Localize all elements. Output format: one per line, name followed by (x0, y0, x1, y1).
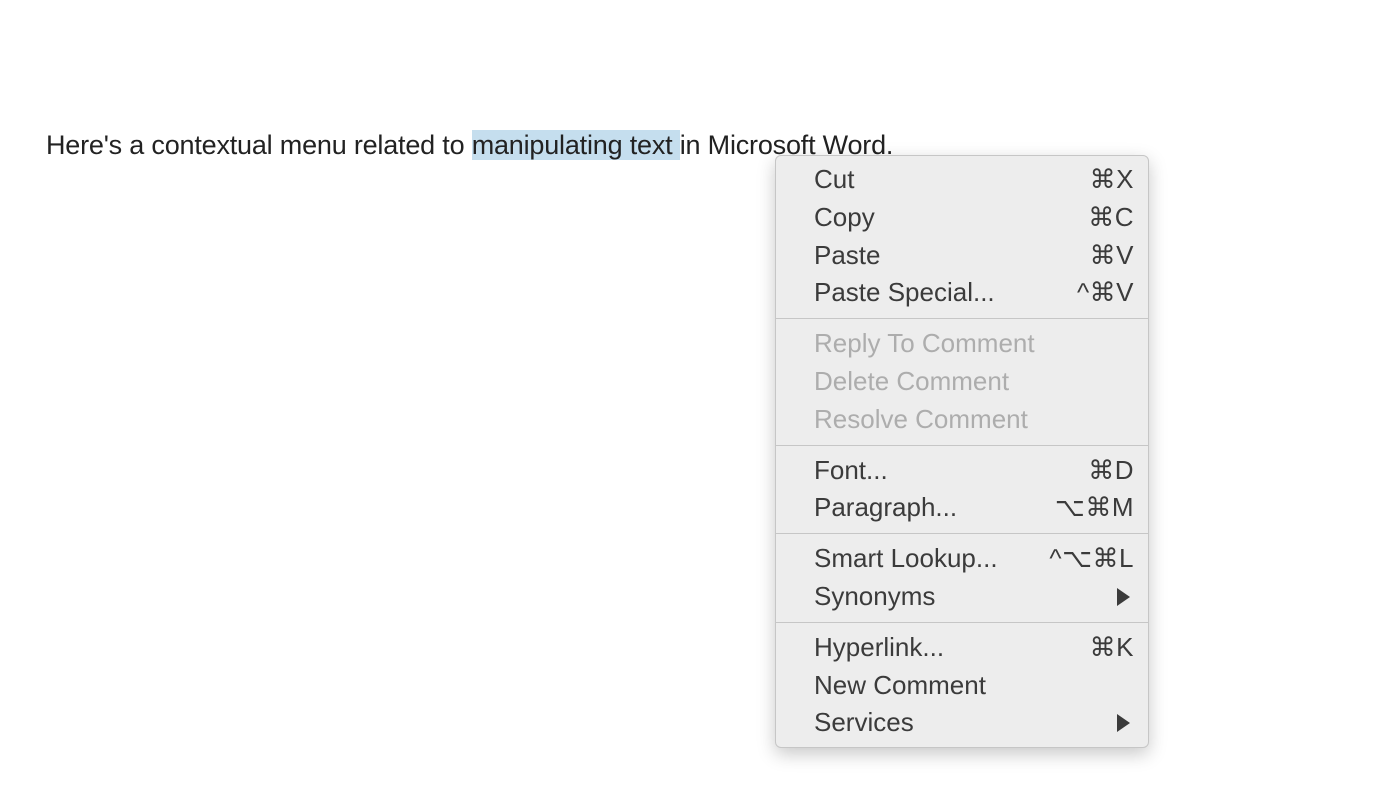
menu-item-paragraph[interactable]: Paragraph... ⌥⌘M (776, 489, 1148, 527)
menu-item-new-comment[interactable]: New Comment (776, 667, 1148, 705)
text-before: Here's a contextual menu related to (46, 130, 472, 160)
menu-shortcut: ⌘D (1088, 454, 1134, 488)
menu-label: Reply To Comment (814, 327, 1134, 361)
menu-label: Cut (814, 163, 1090, 197)
menu-separator (776, 533, 1148, 534)
menu-label: Font... (814, 454, 1088, 488)
menu-label: Smart Lookup... (814, 542, 1049, 576)
menu-label: Resolve Comment (814, 403, 1134, 437)
menu-shortcut: ^⌘V (1077, 276, 1134, 310)
menu-item-resolve-comment: Resolve Comment (776, 401, 1148, 439)
menu-item-paste[interactable]: Paste ⌘V (776, 237, 1148, 275)
document-text: Here's a contextual menu related to mani… (46, 130, 893, 161)
text-highlighted: manipulating text (472, 130, 680, 160)
menu-label: Copy (814, 201, 1088, 235)
context-menu: Cut ⌘X Copy ⌘C Paste ⌘V Paste Special...… (775, 155, 1149, 748)
menu-label: Delete Comment (814, 365, 1134, 399)
submenu-arrow-icon (1117, 588, 1130, 606)
menu-shortcut: ^⌥⌘L (1049, 542, 1134, 576)
menu-label: Synonyms (814, 580, 1117, 614)
menu-item-cut[interactable]: Cut ⌘X (776, 161, 1148, 199)
menu-shortcut: ⌘C (1088, 201, 1134, 235)
menu-label: Services (814, 706, 1117, 740)
menu-item-smart-lookup[interactable]: Smart Lookup... ^⌥⌘L (776, 540, 1148, 578)
menu-separator (776, 445, 1148, 446)
menu-separator (776, 622, 1148, 623)
menu-label: Paragraph... (814, 491, 1055, 525)
menu-item-synonyms[interactable]: Synonyms (776, 578, 1148, 616)
menu-item-paste-special[interactable]: Paste Special... ^⌘V (776, 274, 1148, 312)
menu-item-font[interactable]: Font... ⌘D (776, 452, 1148, 490)
submenu-arrow-icon (1117, 714, 1130, 732)
menu-item-reply-comment: Reply To Comment (776, 325, 1148, 363)
menu-label: Hyperlink... (814, 631, 1090, 665)
menu-item-delete-comment: Delete Comment (776, 363, 1148, 401)
menu-shortcut: ⌘X (1090, 163, 1134, 197)
menu-label: New Comment (814, 669, 1134, 703)
menu-shortcut: ⌘K (1090, 631, 1134, 665)
menu-item-services[interactable]: Services (776, 704, 1148, 742)
menu-shortcut: ⌘V (1090, 239, 1134, 273)
menu-label: Paste Special... (814, 276, 1077, 310)
menu-shortcut: ⌥⌘M (1055, 491, 1134, 525)
menu-item-copy[interactable]: Copy ⌘C (776, 199, 1148, 237)
menu-item-hyperlink[interactable]: Hyperlink... ⌘K (776, 629, 1148, 667)
menu-separator (776, 318, 1148, 319)
menu-label: Paste (814, 239, 1090, 273)
